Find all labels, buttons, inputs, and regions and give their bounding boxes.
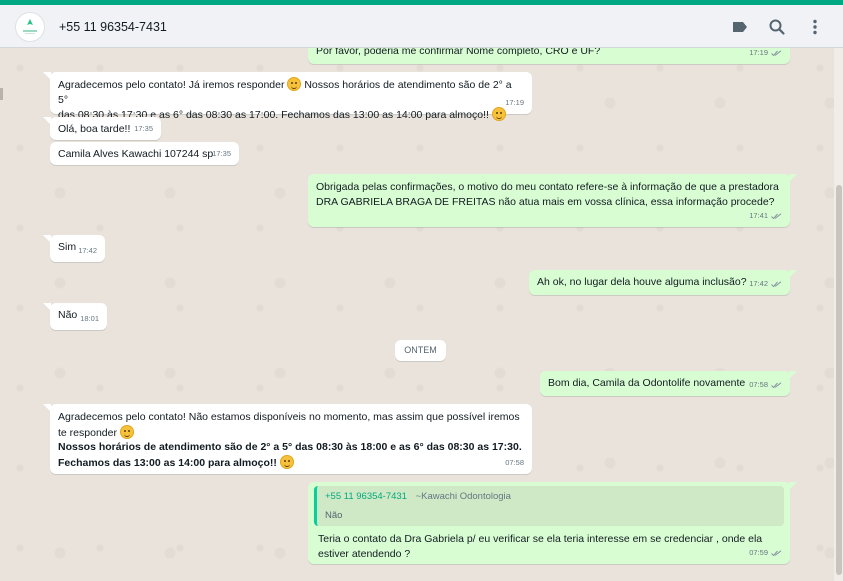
message-time: 07:58	[749, 379, 768, 389]
grinning-face-emoji-icon	[287, 77, 302, 91]
message-text: Camila Alves Kawachi 107244 sp	[58, 148, 214, 160]
message-text: Não	[58, 309, 78, 321]
double-check-icon	[771, 280, 782, 287]
message-incoming[interactable]: Agradecemos pelo contato! Não estamos di…	[43, 404, 532, 474]
message-meta: 07:59	[749, 546, 782, 561]
message-meta: 07:58	[749, 378, 782, 393]
relieved-face-emoji-icon	[491, 107, 506, 121]
message-text: Por favor, poderia me confirmar Nome com…	[316, 48, 601, 57]
message-incoming[interactable]: Não 18:01	[43, 303, 107, 330]
message-meta: 17:19	[749, 48, 782, 60]
double-check-icon	[771, 49, 782, 56]
quoted-message[interactable]: +55 11 96354-7431 ~Kawachi Odontologia N…	[314, 486, 784, 526]
grinning-face-emoji-icon	[119, 424, 134, 439]
message-time: 17:42	[749, 278, 768, 288]
message-text: Obrigada pelas confirmações, o motivo do…	[316, 181, 779, 208]
menu-icon[interactable]	[805, 17, 825, 37]
chat-scrollbar-thumb[interactable]	[836, 185, 842, 575]
message-meta: 17:42	[749, 277, 782, 292]
contact-name[interactable]: +55 11 96354-7431	[59, 20, 167, 34]
double-check-icon	[771, 212, 782, 219]
panel-edge-marker	[0, 88, 3, 100]
message-time: 17:19	[505, 97, 524, 107]
quoted-text: Não	[325, 510, 343, 521]
label-icon[interactable]	[730, 17, 750, 37]
search-icon[interactable]	[767, 17, 787, 37]
message-text: Bom dia, Camila da Odontolife novamente	[548, 377, 746, 389]
message-time: 17:42	[78, 245, 97, 255]
avatar-logo-icon	[23, 19, 37, 34]
message-outgoing[interactable]: Ah ok, no lugar dela houve alguma inclus…	[529, 270, 797, 295]
message-time: 17:41	[749, 210, 768, 220]
message-time: 17:19	[749, 48, 768, 57]
relieved-face-emoji-icon	[279, 454, 294, 469]
double-check-icon	[771, 549, 782, 556]
message-text: Ah ok, no lugar dela houve alguma inclus…	[537, 276, 747, 288]
quoted-sender-phone: +55 11 96354-7431	[325, 491, 407, 502]
date-separator: ONTEM	[395, 340, 446, 361]
message-time: 17:35	[134, 123, 153, 133]
message-text: Agradecemos pelo contato! Não estamos di…	[58, 410, 528, 470]
quoted-message-header: +55 11 96354-7431 ~Kawachi Odontologia	[325, 490, 778, 503]
message-outgoing-reply[interactable]: +55 11 96354-7431 ~Kawachi Odontologia N…	[308, 482, 797, 564]
quoted-sender-alias: ~Kawachi Odontologia	[415, 491, 511, 502]
message-text: Agradecemos pelo contato! Já iremos resp…	[58, 77, 524, 123]
message-meta: 17:41	[749, 209, 782, 224]
message-time: 17:35	[212, 148, 231, 158]
message-text-part: Agradecemos pelo contato! Já iremos resp…	[58, 79, 285, 91]
message-time: 07:59	[749, 547, 768, 557]
message-incoming[interactable]: Olá, boa tarde!! 17:35	[43, 117, 161, 140]
message-outgoing[interactable]: Por favor, poderia me confirmar Nome com…	[308, 48, 790, 64]
message-text: Sim	[58, 241, 77, 253]
message-text: Teria o contato da Dra Gabriela p/ eu ve…	[318, 533, 763, 560]
message-incoming[interactable]: Sim 17:42	[43, 235, 105, 262]
message-incoming[interactable]: Agradecemos pelo contato! Já iremos resp…	[43, 72, 532, 121]
chat-panel[interactable]: Por favor, poderia me confirmar Nome com…	[0, 48, 834, 581]
message-text: Olá, boa tarde!!	[58, 123, 131, 135]
message-time: 18:01	[80, 313, 99, 323]
message-time: 07:58	[505, 457, 524, 467]
chat-header: +55 11 96354-7431	[0, 5, 843, 48]
avatar[interactable]	[15, 12, 45, 42]
message-incoming[interactable]: Camila Alves Kawachi 107244 sp 17:35	[50, 142, 239, 165]
message-outgoing[interactable]: Bom dia, Camila da Odontolife novamente …	[540, 371, 797, 396]
double-check-icon	[771, 381, 782, 388]
message-outgoing[interactable]: Obrigada pelas confirmações, o motivo do…	[308, 174, 797, 227]
